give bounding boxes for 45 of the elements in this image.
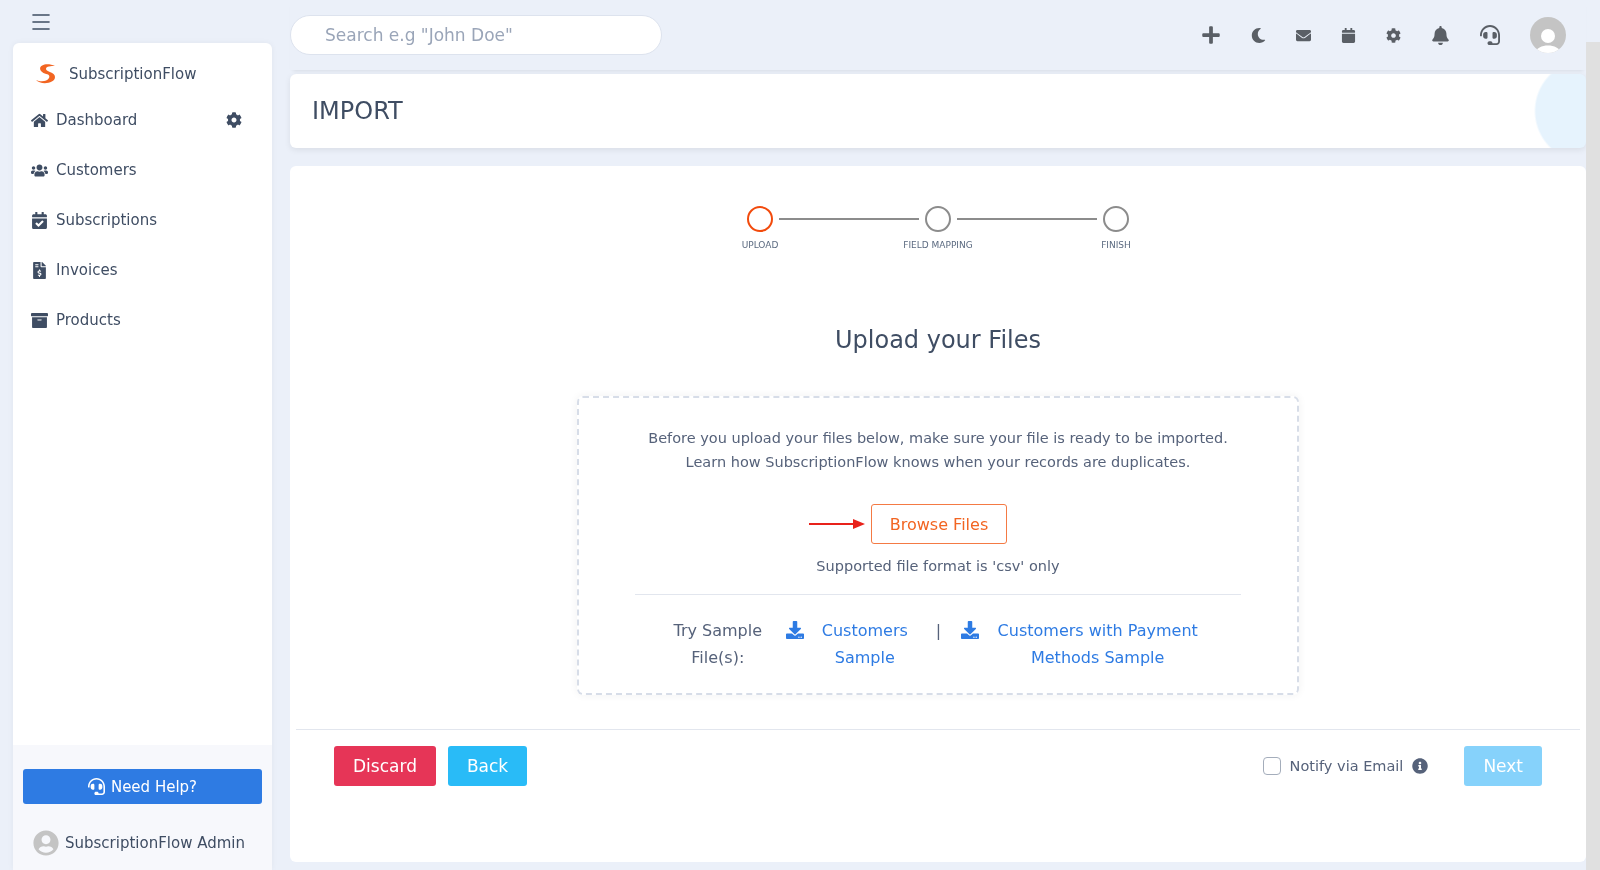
scrollbar[interactable]: [1586, 42, 1600, 870]
envelope-icon[interactable]: [1296, 27, 1311, 43]
browse-files-button[interactable]: Browse Files: [870, 504, 1008, 544]
calendar-icon[interactable]: [1341, 27, 1356, 43]
upload-heading: Upload your Files: [835, 326, 1041, 354]
user-name[interactable]: SubscriptionFlow Admin: [65, 834, 245, 852]
settings-icon[interactable]: [1386, 27, 1401, 43]
back-button[interactable]: Back: [447, 746, 528, 786]
discard-button[interactable]: Discard: [334, 746, 436, 786]
sample-link[interactable]: Customers Sample: [785, 617, 916, 671]
format-note: Supported file format is 'csv' only: [816, 558, 1060, 574]
arrow-icon: [808, 518, 865, 530]
archive-box-icon: [31, 311, 48, 329]
step-label: UPLOAD: [741, 240, 779, 250]
intro-text: Learn how SubscriptionFlow knows when your records are duplicates.: [685, 453, 1191, 472]
sample-label: Try Sample File(s):: [672, 620, 764, 669]
headset-icon: [87, 778, 105, 795]
home-icon: [31, 111, 48, 129]
bell-icon[interactable]: [1431, 25, 1450, 45]
sidebar-item[interactable]: Subscriptions: [13, 195, 272, 245]
notify-label: Notify via Email: [1289, 758, 1404, 774]
sidebar-item[interactable]: Customers: [13, 145, 272, 195]
step-label: FINISH: [1101, 240, 1131, 250]
search-field[interactable]: Search e.g "John Doe": [290, 15, 662, 55]
sidebar-item[interactable]: Dashboard: [13, 95, 272, 145]
info-icon[interactable]: [1412, 758, 1429, 774]
separator-text: |: [935, 620, 942, 642]
step-label: FIELD MAPPING: [903, 240, 973, 250]
sidebar-item[interactable]: Products: [13, 295, 272, 345]
settings-icon[interactable]: [226, 112, 242, 128]
download-icon: [961, 621, 980, 639]
plus-icon[interactable]: [1201, 25, 1221, 45]
avatar-icon: [33, 830, 59, 856]
intro-text: Before you upload your files below, make sure your file is ready to be imported.: [648, 429, 1228, 448]
calendar-check-icon: [31, 211, 48, 229]
page-title: IMPORT: [312, 97, 403, 125]
need-help-button[interactable]: Need Help?: [23, 769, 262, 804]
download-icon: [785, 621, 804, 639]
brand-name: SubscriptionFlow: [69, 65, 197, 83]
headset-icon[interactable]: [1480, 25, 1500, 45]
invoice-icon: [31, 261, 48, 279]
notify-checkbox[interactable]: [1262, 757, 1281, 775]
sample-link[interactable]: Customers with Payment Methods Sample: [961, 617, 1207, 671]
sidebar-item[interactable]: Invoices: [13, 245, 272, 295]
moon-icon[interactable]: [1251, 27, 1266, 43]
